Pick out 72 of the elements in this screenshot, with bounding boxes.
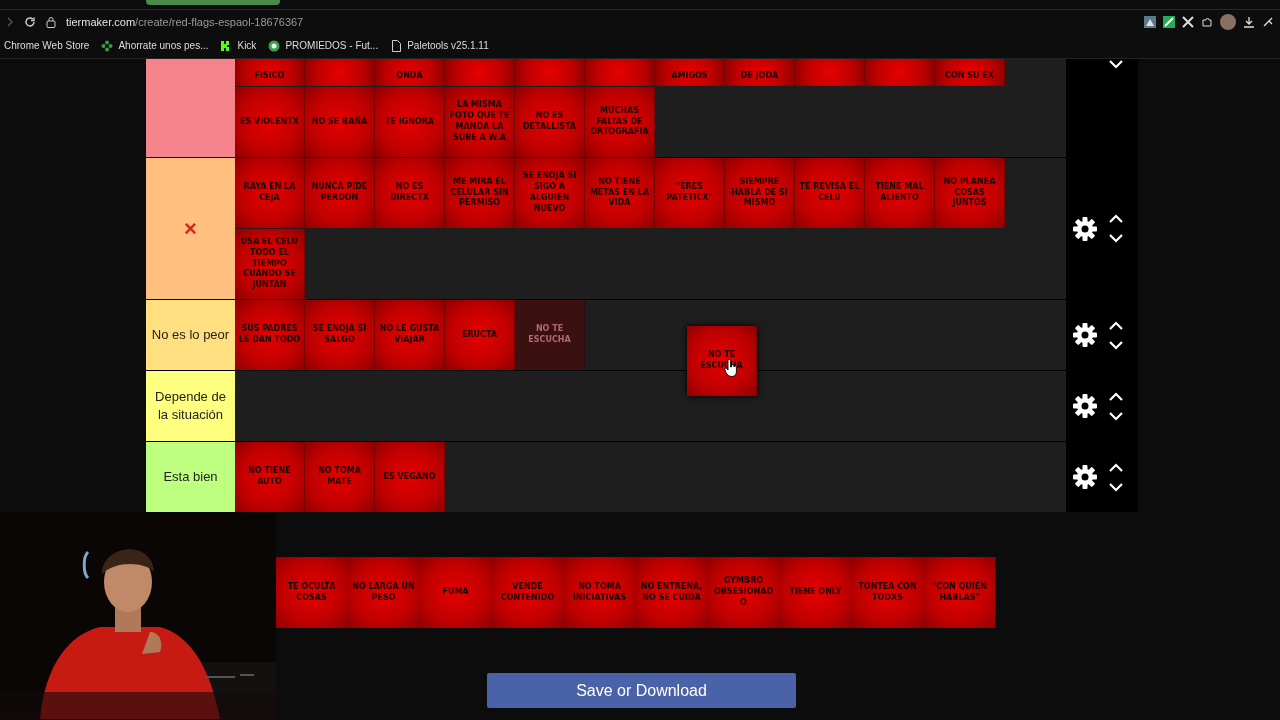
- bookmark-label: PROMIEDOS - Fut...: [285, 40, 379, 51]
- tier-card[interactable]: FUMA: [420, 557, 492, 628]
- chevron-down-icon[interactable]: [1108, 481, 1124, 492]
- tier-card[interactable]: NO TOMA MATE: [305, 442, 375, 512]
- globe-icon: [268, 39, 281, 52]
- tier-card[interactable]: TIENE ONLY: [780, 557, 852, 628]
- tier-card[interactable]: CON SU EX: [935, 59, 1005, 86]
- settings-icon[interactable]: [1072, 215, 1098, 242]
- url-field[interactable]: tiermaker.com/create/red-flags-espaol-18676367: [66, 16, 304, 28]
- chevron-up-icon[interactable]: [1108, 462, 1124, 473]
- chevron-down-icon[interactable]: [1108, 339, 1124, 350]
- tier-card[interactable]: NO LARGA UN PESO: [348, 557, 420, 628]
- chevron-up-icon[interactable]: [1108, 391, 1124, 402]
- tier-card[interactable]: ES VIOLENTX: [235, 87, 305, 157]
- avatar-icon[interactable]: [1220, 14, 1236, 30]
- chevron-up-icon[interactable]: [1108, 214, 1124, 224]
- tier-card[interactable]: SIEMPRE HABLA DE SI MISMO: [725, 158, 795, 228]
- tier-card[interactable]: TIENE MAL ALIENTO: [865, 158, 935, 228]
- tier-card[interactable]: MUCHAS FALTAS DE ORTOGRAFIA: [585, 87, 655, 157]
- extension-icon[interactable]: [1182, 16, 1194, 28]
- extension-icon[interactable]: [1262, 16, 1274, 28]
- tier-card[interactable]: "ERES PATETICX": [655, 158, 725, 228]
- tier-card[interactable]: "CON QUIEN HABLAS": [924, 557, 996, 628]
- tier-card[interactable]: ERUCTA: [445, 300, 515, 370]
- tier-card[interactable]: ES VEGANO: [375, 442, 445, 512]
- tier-card[interactable]: NO ES DIRECTX: [375, 158, 445, 228]
- tier-card[interactable]: SUS PADRES LE DAN TODO: [235, 300, 305, 370]
- forward-icon[interactable]: [6, 16, 14, 28]
- tier-card[interactable]: TE OCULTA COSAS: [276, 557, 348, 628]
- tier-card[interactable]: ONDA: [375, 59, 445, 86]
- lock-icon: [46, 16, 56, 28]
- bookmark-label: Kick: [237, 40, 257, 51]
- tier-card[interactable]: NUNCA PIDE PERDON: [305, 158, 375, 228]
- tier-card[interactable]: NO TIENE AUTO: [235, 442, 305, 512]
- tier-label[interactable]: Depende de la situación: [146, 371, 235, 441]
- tier-card[interactable]: ME MIRA EL CELULAR SIN PERMISO: [445, 158, 515, 228]
- reload-icon[interactable]: [24, 16, 36, 28]
- tier-card[interactable]: NO TE ESCUCHA: [515, 300, 585, 370]
- tier-card[interactable]: NO PLANEA COSAS JUNTOS: [935, 158, 1005, 228]
- bookmark-icon: [101, 39, 114, 52]
- tier-card[interactable]: FISICO: [235, 59, 305, 86]
- tier-card[interactable]: SE ENOJA SI SIGO A ALGUIEN NUEVO: [515, 158, 585, 228]
- tier-card[interactable]: TONTEA CON TODXS: [852, 557, 924, 628]
- chevron-down-icon[interactable]: [1108, 410, 1124, 421]
- tier-card[interactable]: NO ENTRENA, NO SE CUIDA: [636, 557, 708, 628]
- bookmark[interactable]: Chrome Web Store: [4, 40, 90, 51]
- tier-card[interactable]: NO LE GUSTA VIAJAR: [375, 300, 445, 370]
- tier-card[interactable]: AMIGOS: [655, 59, 725, 86]
- tier-card[interactable]: VENDE CONTENIDO: [492, 557, 564, 628]
- tier-label[interactable]: ×: [146, 158, 235, 299]
- tier-label[interactable]: Esta bien: [146, 442, 235, 512]
- bookmark-label: Paletools v25.1.11: [407, 40, 489, 51]
- tier-label[interactable]: No es lo peor: [146, 300, 235, 370]
- tier-card[interactable]: SE ENOJA SI SALGO: [305, 300, 375, 370]
- download-icon[interactable]: [1243, 16, 1255, 28]
- tier-card[interactable]: USA EL CELU TODO EL TIEMPO CUANDO SE JUNTAN: [235, 229, 305, 299]
- tier-card[interactable]: TE IGNORA: [375, 87, 445, 157]
- tier-card[interactable]: GYMBRO OBSESIONADO: [708, 557, 780, 628]
- tier-card[interactable]: NO TOMA INICIATIVAS: [564, 557, 636, 628]
- tier-card[interactable]: TE REVISA EL CELU: [795, 158, 865, 228]
- tier-card[interactable]: NO ES DETALLISTA: [515, 87, 585, 157]
- chevron-up-icon[interactable]: [1108, 320, 1124, 331]
- chevron-down-icon[interactable]: [1108, 233, 1124, 243]
- chevron-down-icon[interactable]: [1108, 59, 1124, 69]
- tier-card[interactable]: NO SE BAÑA: [305, 87, 375, 157]
- tier-card[interactable]: LA MISMA FOTO QUE TE MANDA LA SUBE A W.A: [445, 87, 515, 157]
- document-icon: [390, 39, 403, 52]
- bookmark-label: Ahorrate unos pes...: [118, 40, 209, 51]
- save-button[interactable]: Save or Download: [487, 673, 796, 708]
- tier-card[interactable]: RAYA EN LA CEJA: [235, 158, 305, 228]
- tier-card[interactable]: DE JODA: [725, 59, 795, 86]
- tier-card[interactable]: NO TIENE METAS EN LA VIDA: [585, 158, 655, 228]
